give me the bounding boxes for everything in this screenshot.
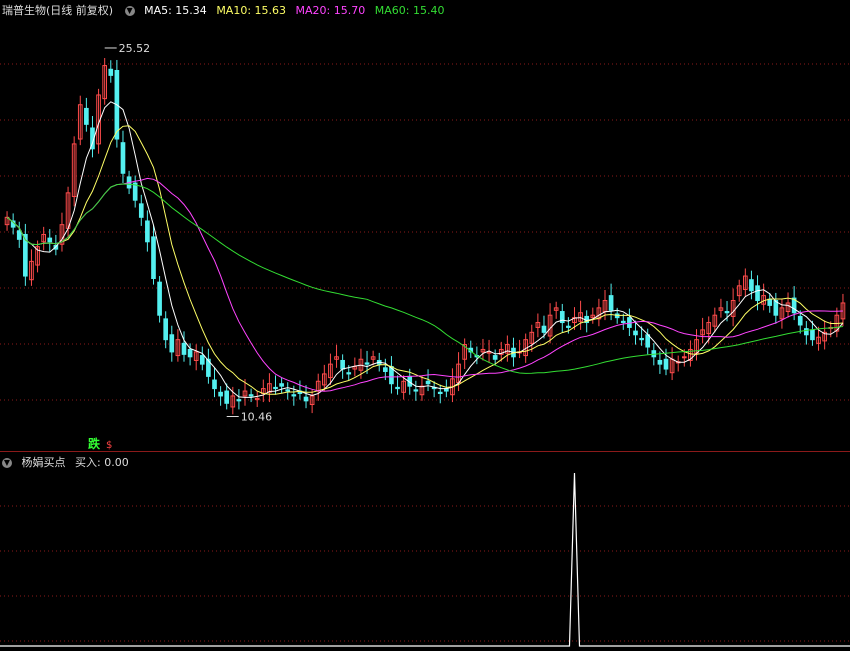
ma60-line [6,183,843,374]
chevron-down-icon[interactable]: ▼ [124,6,135,16]
candle-body [84,107,89,125]
ma60-label: MA60: 15.40 [374,4,445,17]
candle-body [163,318,169,341]
candle-body [681,356,687,359]
candle-body [364,362,370,365]
chevron-down-icon[interactable]: ▼ [2,458,12,468]
buy-signal-line [0,472,850,647]
candle-body [236,399,242,402]
candle-body [181,342,187,355]
signal-tag: 跌 [88,436,101,451]
candle-body [169,334,175,353]
low-label: 10.46 [241,411,272,424]
candle-body [138,203,144,218]
candle-body [657,359,663,365]
candle-body [199,355,205,365]
candle-body [340,359,345,370]
indicator-chart[interactable] [0,451,850,651]
candle-body [492,355,498,360]
ma5-line [6,101,844,398]
candle-body [541,325,547,333]
candle-body [273,386,278,390]
candle-body [224,390,230,404]
indicator-value: 买入: 0.00 [75,456,129,469]
candle-body [413,389,419,392]
candle-body [437,391,443,395]
small-tag: $ [106,440,112,451]
high-label: 25.52 [119,42,151,55]
ma20-label: MA20: 15.70 [295,4,366,17]
candle-body [47,237,53,243]
indicator-legend: ▼ 杨娟买点 买入: 0.00 [2,454,135,472]
stock-title: 瑞普生物(日线 前复权) [2,4,114,17]
candle-body [108,68,114,76]
ma10-label: MA10: 15.63 [216,4,287,17]
candle-body [291,394,297,397]
candle-body [151,236,156,279]
ma5-label: MA5: 15.34 [144,4,207,17]
candle-body [633,330,638,336]
candle-body [346,372,352,375]
candle-body [145,220,150,243]
candle-body [395,386,400,390]
candle-body [566,325,571,328]
ma10-line [6,125,843,395]
candle-body [767,298,773,306]
indicator-name: 杨娟买点 [21,456,66,469]
candle-body [639,337,644,341]
ma20-line [6,177,843,392]
candle-body [810,329,815,341]
main-price-chart[interactable]: 25.52 10.46 跌 $ [0,0,850,451]
candle-body [303,396,309,402]
candle-body [218,391,223,397]
candle-body [749,279,754,292]
candle-body [120,142,126,174]
candle-body [212,379,217,390]
candle-body [157,281,162,316]
candle-body [16,230,22,240]
candle-body [608,295,614,311]
candle-body [248,394,254,397]
candle-body [425,380,431,385]
candle-body [663,358,669,370]
candle-body [724,311,730,314]
candle-body [797,315,803,326]
candle-body [620,320,626,324]
candle-body [383,367,388,372]
candle-body [755,285,760,302]
candle-body [285,389,291,392]
candle-body [804,328,809,336]
candle-body [187,348,193,358]
candle-body [645,334,651,348]
candle-body [279,383,284,387]
main-legend: 瑞普生物(日线 前复权) ▼ MA5: 15.34 MA10: 15.63 MA… [2,2,450,20]
